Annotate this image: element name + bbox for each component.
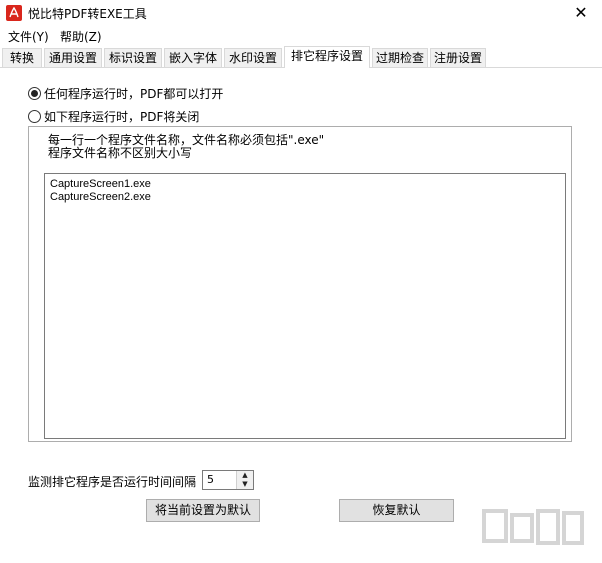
watermark-logo [478,505,588,555]
option-allow-any-label: 任何程序运行时，PDF都可以打开 [44,87,224,101]
option-allow-any[interactable]: 任何程序运行时，PDF都可以打开 [28,85,223,102]
radio-allow-any[interactable] [28,87,41,100]
radio-close-when[interactable] [28,110,41,123]
menu-file[interactable]: 文件(Y) [8,28,49,45]
interval-stepper[interactable]: 5 ▲ ▼ [202,470,254,490]
window-title: 悦比特PDF转EXE工具 [28,7,147,21]
stepper-buttons: ▲ ▼ [236,471,253,489]
tab-convert[interactable]: 转换 [2,48,42,67]
close-icon: ✕ [574,3,588,22]
pdf-app-icon [6,5,22,21]
interval-value[interactable]: 5 [207,473,214,486]
tab-expiry[interactable]: 过期检查 [372,48,428,67]
tab-exclusive-programs[interactable]: 排它程序设置 [284,46,370,68]
interval-label: 监测排它程序是否运行时间间隔 [28,475,197,489]
stepper-down-icon[interactable]: ▼ [237,480,253,489]
program-list-item: CaptureScreen1.exe [50,178,151,190]
program-list-item: CaptureScreen2.exe [50,191,151,203]
title-bar: 悦比特PDF转EXE工具 ✕ [0,0,602,26]
option-close-when[interactable]: 如下程序运行时，PDF将关闭 [28,108,199,125]
close-button[interactable]: ✕ [566,2,596,24]
tab-watermark[interactable]: 水印设置 [224,48,282,67]
menu-bar: 文件(Y) 帮助(Z) [0,26,602,46]
tab-general[interactable]: 通用设置 [44,48,102,67]
menu-help[interactable]: 帮助(Z) [60,28,102,45]
restore-default-button[interactable]: 恢复默认 [339,499,454,522]
set-default-button[interactable]: 将当前设置为默认 [146,499,260,522]
hint-line-2: 程序文件名称不区别大小写 [48,146,193,160]
tab-embed-font[interactable]: 嵌入字体 [164,48,222,67]
option-close-when-label: 如下程序运行时，PDF将关闭 [44,110,200,124]
tab-register[interactable]: 注册设置 [430,48,486,67]
tab-identity[interactable]: 标识设置 [104,48,162,67]
program-list-textarea[interactable]: CaptureScreen1.exe CaptureScreen2.exe [44,173,566,439]
